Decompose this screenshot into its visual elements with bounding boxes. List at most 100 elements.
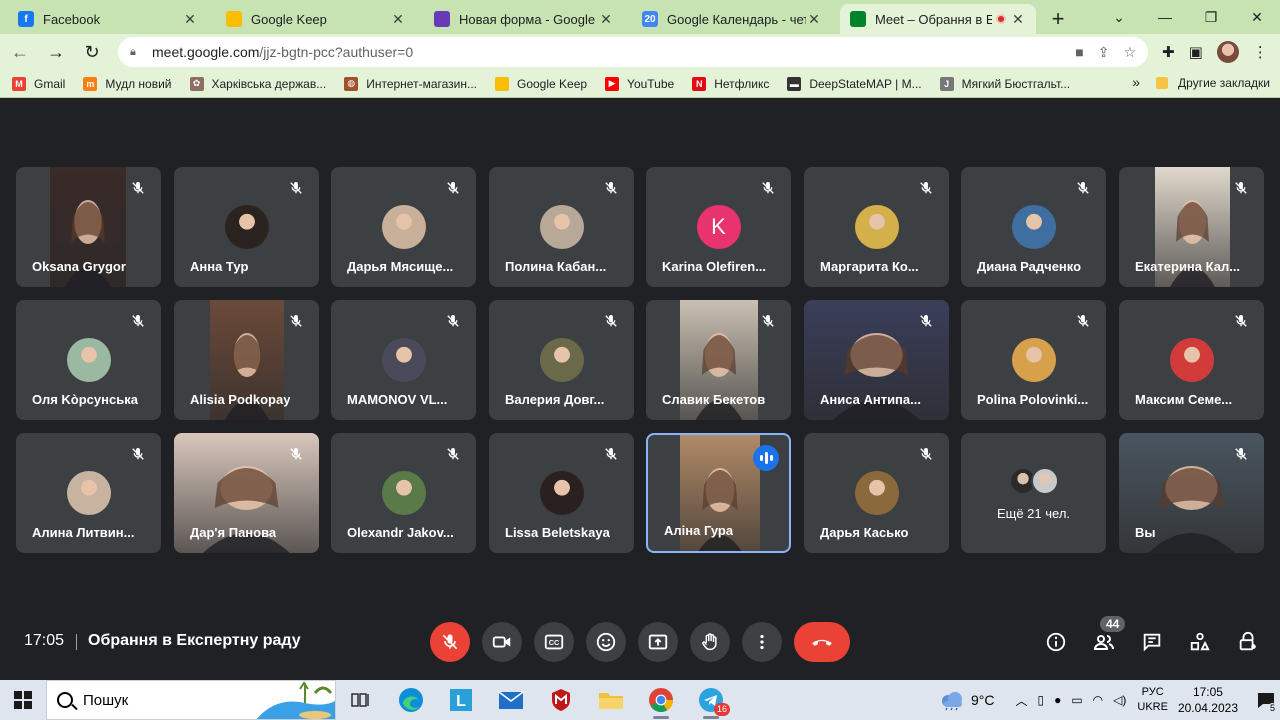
- raise-hand-button[interactable]: [690, 622, 730, 662]
- more-participants-tile[interactable]: Ещё 21 чел.: [961, 433, 1106, 553]
- bookmark-item[interactable]: m Мудл новий: [83, 76, 172, 91]
- chat-button[interactable]: [1132, 622, 1172, 662]
- wifi-icon[interactable]: ◠: [1093, 693, 1103, 707]
- leave-call-button[interactable]: [794, 622, 850, 662]
- meeting-details-button[interactable]: [1036, 622, 1076, 662]
- share-icon[interactable]: ⇪: [1098, 44, 1110, 61]
- minimize-button[interactable]: —: [1142, 0, 1188, 34]
- extensions-puzzle-icon[interactable]: ✚: [1162, 43, 1175, 61]
- close-tab-icon[interactable]: ✕: [1010, 11, 1026, 28]
- browser-tab[interactable]: Google Keep ✕: [216, 4, 416, 34]
- mic-off-icon: [132, 315, 144, 327]
- taskbar-chrome[interactable]: [636, 680, 686, 720]
- activities-button[interactable]: [1180, 622, 1220, 662]
- participant-tile[interactable]: Oksana Grygor: [16, 167, 161, 287]
- taskbar-telegram[interactable]: 16: [686, 680, 736, 720]
- bookmark-item[interactable]: J Мягкий Бюстгальт...: [939, 76, 1070, 91]
- camera-in-use-icon[interactable]: ■: [1075, 44, 1083, 61]
- participant-tile[interactable]: Максим Семе...: [1119, 300, 1264, 420]
- participant-tile[interactable]: Дарья Мясище...: [331, 167, 476, 287]
- lock-icon[interactable]: 🔒︎: [130, 46, 142, 58]
- chevron-down-icon[interactable]: ⌄: [1096, 0, 1142, 34]
- profile-avatar[interactable]: [1216, 41, 1239, 63]
- present-screen-button[interactable]: [638, 622, 678, 662]
- close-tab-icon[interactable]: ✕: [806, 11, 822, 28]
- bookmark-item[interactable]: ▬ DeepStateMAP | M...: [787, 76, 922, 91]
- input-language-indicator[interactable]: РУС UKRE: [1137, 685, 1168, 715]
- participant-tile[interactable]: Аниса Антипа...: [804, 300, 949, 420]
- taskbar-search-box[interactable]: Пошук: [46, 680, 336, 720]
- browser-tab[interactable]: Новая форма - Google Ф ✕: [424, 4, 624, 34]
- new-tab-button[interactable]: +: [1042, 4, 1074, 34]
- mic-off-icon: [447, 448, 459, 460]
- participant-tile[interactable]: Вы: [1119, 433, 1264, 553]
- volume-icon[interactable]: ◁): [1113, 693, 1126, 707]
- bookmark-item[interactable]: ◍ Интернет-магазин...: [344, 76, 477, 91]
- participant-tile[interactable]: Lissa Beletskaya: [489, 433, 634, 553]
- bookmark-item[interactable]: ▶ YouTube: [605, 76, 674, 91]
- chevron-up-icon[interactable]: ︿: [1015, 692, 1027, 709]
- weather-widget[interactable]: 9°C: [939, 689, 994, 711]
- bookmark-item[interactable]: N Нетфликс: [692, 76, 769, 91]
- people-button[interactable]: 44: [1084, 616, 1126, 662]
- back-button[interactable]: ←: [4, 36, 36, 68]
- restore-button[interactable]: ❐: [1188, 0, 1234, 34]
- video-camera-icon: [492, 636, 511, 648]
- taskbar-edge[interactable]: [386, 680, 436, 720]
- taskbar-mail[interactable]: [486, 680, 536, 720]
- address-bar[interactable]: 🔒︎ meet.google.com/jjz-bgtn-pcc?authuser…: [118, 37, 1148, 67]
- bookmark-item[interactable]: M Gmail: [12, 76, 65, 91]
- browser-tab[interactable]: 20 Google Календарь - четв ✕: [632, 4, 832, 34]
- close-tab-icon[interactable]: ✕: [390, 11, 406, 28]
- participant-tile[interactable]: Валерия Довг...: [489, 300, 634, 420]
- close-tab-icon[interactable]: ✕: [598, 11, 614, 28]
- bookmark-item[interactable]: ✿ Харківська держав...: [189, 76, 326, 91]
- bookmarks-overflow-button[interactable]: »: [1132, 74, 1140, 90]
- participant-tile[interactable]: K Karina Olefiren...: [646, 167, 791, 287]
- participant-tile[interactable]: Маргарита Ко...: [804, 167, 949, 287]
- participant-tile[interactable]: Полина Кабан...: [489, 167, 634, 287]
- participant-tile[interactable]: Alisia Podkopay: [174, 300, 319, 420]
- clock-date[interactable]: 17:05 20.04.2023: [1178, 684, 1238, 716]
- participant-tile[interactable]: Polina Polovinki...: [961, 300, 1106, 420]
- taskbar-mcafee[interactable]: [536, 680, 586, 720]
- participant-tile[interactable]: Аліна Гура: [646, 433, 791, 553]
- mic-icon[interactable]: ●: [1054, 693, 1061, 707]
- participant-tile[interactable]: Оля Kòрсунська: [16, 300, 161, 420]
- close-tab-icon[interactable]: ✕: [182, 11, 198, 28]
- participant-tile[interactable]: Диана Радченко: [961, 167, 1106, 287]
- battery-icon[interactable]: ▭: [1071, 693, 1082, 707]
- taskbar-file-explorer[interactable]: [586, 680, 636, 720]
- more-options-button[interactable]: [742, 622, 782, 662]
- browser-tab[interactable]: Meet – Обрання в Ек ✕: [840, 4, 1036, 34]
- bookmark-item[interactable]: Google Keep: [494, 76, 587, 91]
- participant-tile[interactable]: Дар'я Панова: [174, 433, 319, 553]
- reactions-button[interactable]: [586, 622, 626, 662]
- camera-toggle-button[interactable]: [482, 622, 522, 662]
- forward-button[interactable]: →: [40, 36, 72, 68]
- microphone-toggle-button[interactable]: [430, 622, 470, 662]
- task-view-button[interactable]: [336, 680, 386, 720]
- captions-button[interactable]: CC: [534, 622, 574, 662]
- side-panel-icon[interactable]: ▣: [1189, 43, 1203, 61]
- participant-tile[interactable]: Славик Бекетов: [646, 300, 791, 420]
- menu-kebab-icon[interactable]: ⋮: [1253, 43, 1268, 61]
- browser-tab[interactable]: f Facebook ✕: [8, 4, 208, 34]
- bookmark-star-icon[interactable]: ☆: [1123, 44, 1136, 61]
- close-window-button[interactable]: ✕: [1234, 0, 1280, 34]
- participant-tile[interactable]: Olexandr Jakov...: [331, 433, 476, 553]
- participant-tile[interactable]: Екатерина Кал...: [1119, 167, 1264, 287]
- participant-tile[interactable]: MAMONOV VL...: [331, 300, 476, 420]
- participant-tile[interactable]: Дарья Касько: [804, 433, 949, 553]
- participant-tile[interactable]: Анна Тур: [174, 167, 319, 287]
- participant-tile[interactable]: Алина Литвин...: [16, 433, 161, 553]
- device-icon[interactable]: ▯: [1037, 693, 1044, 707]
- other-bookmarks-folder[interactable]: Другие закладки: [1156, 76, 1270, 90]
- start-button[interactable]: [0, 680, 46, 720]
- participant-name: Дар'я Панова: [190, 525, 277, 540]
- notification-center-button[interactable]: 5: [1252, 680, 1280, 720]
- host-controls-button[interactable]: [1228, 622, 1268, 662]
- reload-button[interactable]: ↻: [76, 36, 108, 68]
- speaking-indicator-icon: [753, 445, 779, 471]
- taskbar-app-l[interactable]: L: [436, 680, 486, 720]
